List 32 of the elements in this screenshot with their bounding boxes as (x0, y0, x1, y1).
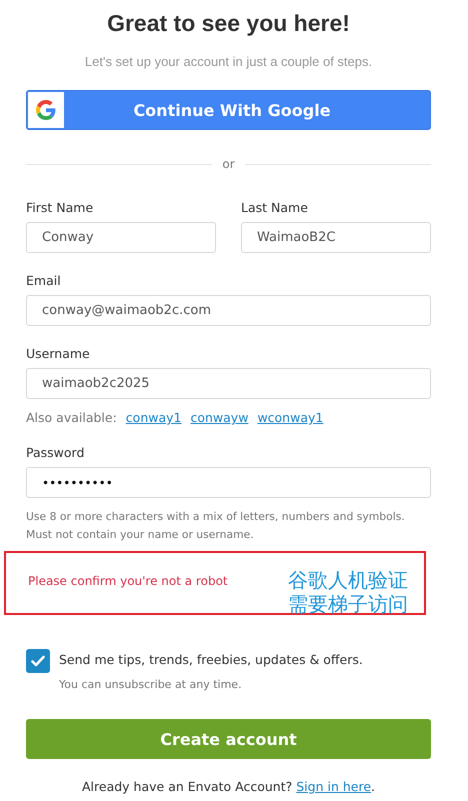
annotation-text: 需要梯子访问 (288, 592, 408, 616)
input-field[interactable]: WaimaoB2C (241, 222, 431, 253)
sign-in-link[interactable]: Sign in here (296, 779, 372, 794)
input-field[interactable]: Conway (26, 222, 216, 253)
input-field[interactable]: conway@waimaob2c.com (26, 295, 431, 326)
password-hint: Use 8 or more characters with a mix of letters, numbers and symbols. (26, 509, 406, 525)
input-field[interactable]: •••••••••• (26, 467, 431, 498)
captcha-error: Please confirm you're not a robot (28, 574, 228, 590)
field-label: Email (26, 273, 62, 288)
create-account-button[interactable]: Create account (26, 719, 431, 759)
footer-period: . (371, 779, 375, 794)
suggestion-label: Also available: (26, 410, 117, 425)
divider-text: or (222, 157, 235, 171)
subtitle: Let's set up your account in just a couple of steps. (84, 54, 374, 69)
unsubscribe-note: You can unsubscribe at any time. (59, 678, 243, 691)
suggestion-link[interactable]: conwayw (190, 410, 248, 425)
footer-text: Already have an Envato Account? (82, 779, 294, 794)
check-icon (31, 655, 45, 667)
password-hint: Must not contain your name or username. (26, 527, 255, 543)
field-label: Password (26, 445, 86, 460)
checkbox-label: Send me tips, trends, freebies, updates & offers. (59, 652, 363, 667)
google-button[interactable]: Continue With Google (26, 90, 431, 130)
field-label: First Name (26, 200, 94, 215)
field-label: Last Name (241, 200, 309, 215)
checkbox[interactable] (26, 649, 50, 673)
google-g-icon (36, 100, 56, 120)
suggestion-link[interactable]: wconway1 (257, 410, 324, 425)
page-title: Great to see you here! (106, 10, 351, 37)
suggestion-link[interactable]: conway1 (126, 410, 182, 425)
annotation-text: 谷歌人机验证 (288, 568, 408, 592)
input-field[interactable]: waimaob2c2025 (26, 368, 431, 399)
field-label: Username (26, 346, 91, 361)
